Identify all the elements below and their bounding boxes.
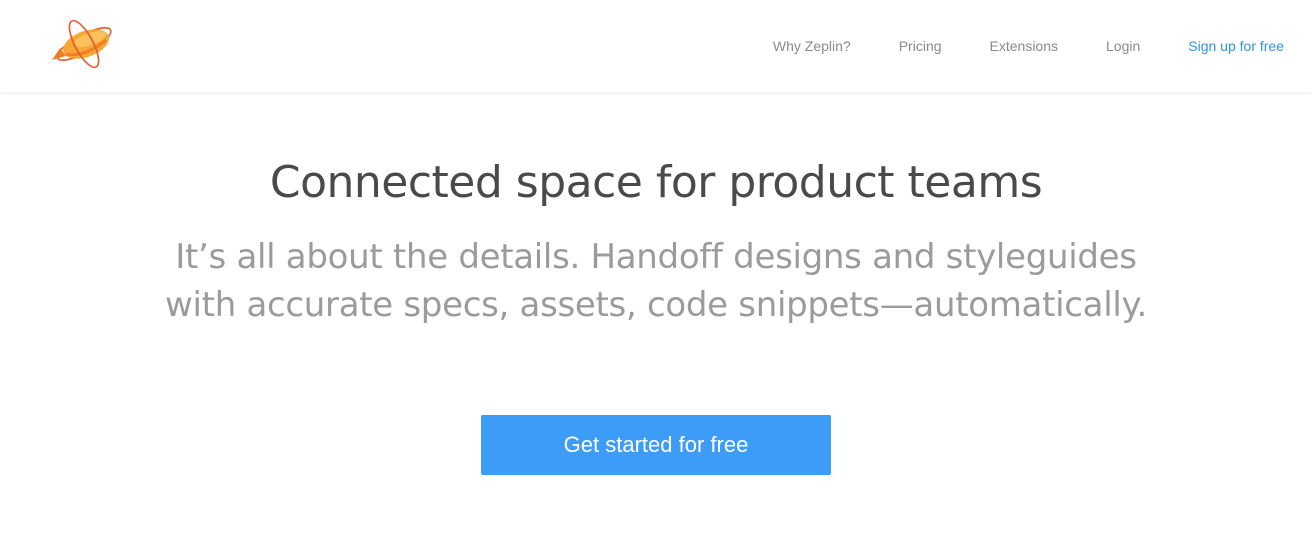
nav-login[interactable]: Login — [1106, 38, 1140, 54]
nav-sign-up-link[interactable]: Sign up for free — [1188, 38, 1284, 54]
hero-section: Connected space for product teams It’s a… — [0, 155, 1312, 475]
main-nav: Why Zeplin? Pricing Extensions Login Sig… — [725, 0, 1284, 92]
nav-pricing[interactable]: Pricing — [899, 38, 942, 54]
top-navigation-bar: Why Zeplin? Pricing Extensions Login Sig… — [0, 0, 1312, 93]
nav-extensions[interactable]: Extensions — [990, 38, 1058, 54]
hero-subtitle: It’s all about the details. Handoff desi… — [165, 237, 1147, 325]
nav-why-zeplin[interactable]: Why Zeplin? — [773, 38, 851, 54]
zeplin-logo-icon[interactable] — [50, 18, 116, 72]
get-started-button[interactable]: Get started for free — [481, 415, 831, 475]
hero-title: Connected space for product teams — [269, 157, 1043, 208]
